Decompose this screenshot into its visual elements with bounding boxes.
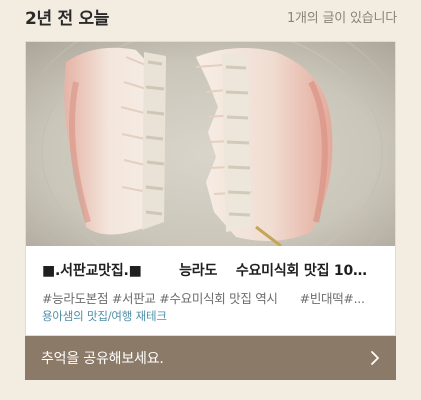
post-tags: #능라도본점 #서판교 #수요미식회 맛집 역시 #빈대떡#... xyxy=(42,291,365,306)
chevron-right-icon xyxy=(370,350,380,366)
post-count: 1개의 글이 있습니다 xyxy=(286,10,397,26)
food-photo-icon xyxy=(26,42,395,246)
share-memory-button[interactable]: 추억을 공유해보세요. xyxy=(25,336,396,380)
header: 2년 전 오늘 1개의 글이 있습니다 xyxy=(25,4,397,29)
blog-source-link[interactable]: 용아샘의 맛집/여행 재테크 xyxy=(42,308,167,324)
page-title: 2년 전 오늘 xyxy=(25,8,110,29)
share-label: 추억을 공유해보세요. xyxy=(41,351,164,367)
post-card[interactable]: ■.서판교맛집.■ 능라도 수요미식회 맛집 10월... #능라도본점 #서판… xyxy=(25,41,396,336)
post-title[interactable]: ■.서판교맛집.■ 능라도 수요미식회 맛집 10월... xyxy=(42,260,379,280)
post-thumbnail[interactable] xyxy=(26,42,395,246)
memory-screen: 2년 전 오늘 1개의 글이 있습니다 ■.서판교맛집.■ 능라도 수요미식회 … xyxy=(0,0,421,400)
